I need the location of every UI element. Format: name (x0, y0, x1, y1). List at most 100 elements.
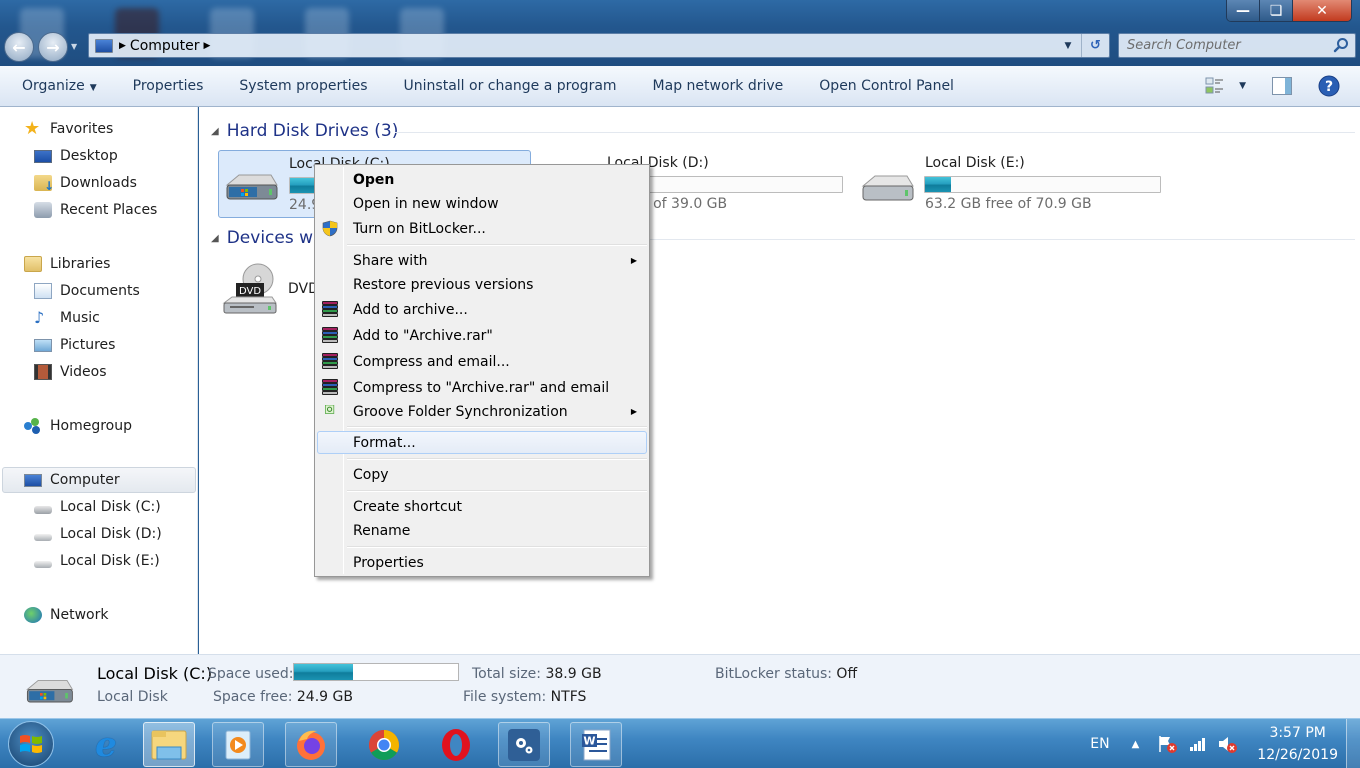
menu-item-create-shortcut[interactable]: Create shortcut (317, 495, 647, 518)
sidebar-item-homegroup[interactable]: Homegroup (24, 415, 132, 437)
chevron-down-icon: ▼ (89, 83, 97, 93)
help-icon[interactable]: ? (1318, 75, 1340, 97)
view-controls: ▼ ? (1205, 66, 1360, 106)
breadcrumb-arrow-icon[interactable]: ▶ (204, 41, 211, 51)
taskbar: e W EN ▲ 3:57 PM 12/26/2019 (0, 718, 1360, 768)
menu-separator (347, 244, 647, 246)
sidebar-item-videos[interactable]: Videos (34, 361, 107, 383)
sidebar-item-local-disk-c[interactable]: Local Disk (C:) (34, 496, 161, 518)
music-icon: ♪ (34, 308, 45, 327)
system-properties-button[interactable]: System properties (221, 78, 385, 94)
bitlocker-field: BitLocker status: Off (715, 666, 857, 682)
menu-item-groove-folder-sync[interactable]: Groove Folder Synchronization ▶ (317, 400, 647, 423)
taskbar-media-player[interactable] (212, 722, 264, 767)
breadcrumb-arrow-icon[interactable]: ▶ (119, 41, 126, 51)
menu-item-properties[interactable]: Properties (317, 551, 647, 574)
sidebar-item-label: Music (60, 310, 100, 326)
file-system-value: NTFS (550, 689, 587, 705)
taskbar-settings-app[interactable] (498, 722, 550, 767)
sidebar-item-network[interactable]: Network (24, 604, 108, 626)
address-bar[interactable]: ▶ Computer ▶ ▼ ↺ (88, 33, 1110, 58)
menu-item-format[interactable]: Format... (317, 431, 647, 454)
recent-pages-dropdown[interactable]: ▼ (71, 42, 77, 51)
pictures-icon (34, 338, 52, 352)
preview-pane-icon[interactable] (1272, 77, 1292, 95)
documents-icon (34, 283, 52, 299)
language-indicator[interactable]: EN (1090, 736, 1109, 752)
sidebar-item-label: Local Disk (E:) (60, 553, 160, 569)
restore-button[interactable]: ❏ (1260, 0, 1293, 21)
space-free-value: 24.9 GB (296, 689, 353, 705)
address-dropdown-icon[interactable]: ▼ (1061, 34, 1075, 57)
forward-button[interactable]: → (38, 32, 68, 62)
uac-shield-icon (322, 220, 338, 237)
libraries-icon (24, 256, 42, 272)
winrar-icon (322, 327, 338, 344)
organize-label: Organize (22, 78, 85, 94)
sidebar-item-label: Videos (60, 364, 107, 380)
sidebar-item-documents[interactable]: Documents (34, 280, 140, 302)
drive-tile-e[interactable]: Local Disk (E:) 63.2 GB free of 70.9 GB (855, 150, 1175, 218)
menu-item-add-to-archive[interactable]: Add to archive... (317, 298, 647, 321)
context-menu: Open Open in new window Turn on BitLocke… (314, 164, 650, 577)
menu-item-label: Add to "Archive.rar" (353, 327, 493, 344)
menu-item-compress-to-rar-and-email[interactable]: Compress to "Archive.rar" and email (317, 376, 647, 399)
sidebar-item-desktop[interactable]: Desktop (34, 145, 118, 167)
open-control-panel-button[interactable]: Open Control Panel (801, 78, 972, 94)
taskbar-chrome[interactable] (358, 722, 410, 767)
videos-icon (34, 364, 52, 380)
search-box[interactable] (1118, 33, 1356, 58)
sidebar-item-label: Libraries (50, 256, 111, 272)
sidebar-item-pictures[interactable]: Pictures (34, 334, 115, 356)
menu-item-compress-and-email[interactable]: Compress and email... (317, 350, 647, 373)
properties-button[interactable]: Properties (115, 78, 222, 94)
refresh-button[interactable]: ↺ (1081, 34, 1109, 57)
show-hidden-icons-button[interactable]: ▲ (1132, 739, 1140, 750)
view-dropdown-icon[interactable]: ▼ (1239, 81, 1246, 91)
taskbar-internet-explorer[interactable]: e (80, 722, 132, 767)
taskbar-opera[interactable] (430, 722, 482, 767)
close-button[interactable]: ✕ (1293, 0, 1351, 21)
map-network-drive-button[interactable]: Map network drive (635, 78, 802, 94)
sidebar-item-computer[interactable]: Computer (2, 467, 196, 493)
taskbar-microsoft-word[interactable]: W (570, 722, 622, 767)
menu-item-copy[interactable]: Copy (317, 463, 647, 486)
menu-item-open[interactable]: Open (317, 168, 647, 191)
taskbar-firefox[interactable] (285, 722, 337, 767)
sidebar-item-recent-places[interactable]: Recent Places (34, 199, 157, 221)
menu-item-rename[interactable]: Rename (317, 519, 647, 542)
sidebar-item-libraries[interactable]: Libraries (24, 253, 110, 275)
collapse-triangle-icon[interactable]: ◢ (211, 233, 219, 244)
group-header-hard-disk-drives[interactable]: ◢ Hard Disk Drives (3) (211, 121, 398, 141)
menu-item-share-with[interactable]: Share with ▶ (317, 249, 647, 272)
menu-item-restore-previous-versions[interactable]: Restore previous versions (317, 273, 647, 296)
collapse-triangle-icon[interactable]: ◢ (211, 126, 219, 137)
group-header-devices[interactable]: ◢ Devices wit (211, 228, 324, 248)
change-view-icon[interactable] (1205, 77, 1227, 95)
menu-item-open-new-window[interactable]: Open in new window (317, 192, 647, 215)
action-center-flag-icon[interactable] (1157, 734, 1179, 754)
sidebar-item-music[interactable]: ♪ Music (34, 307, 100, 329)
minimize-button[interactable]: — (1227, 0, 1260, 21)
start-button[interactable] (8, 721, 54, 767)
network-signal-icon[interactable] (1189, 736, 1207, 752)
space-used-fill (294, 664, 354, 680)
menu-item-add-to-archive-rar[interactable]: Add to "Archive.rar" (317, 324, 647, 347)
show-desktop-button[interactable] (1346, 719, 1360, 768)
sidebar-item-local-disk-d[interactable]: Local Disk (D:) (34, 523, 162, 545)
search-icon[interactable] (1333, 37, 1349, 53)
menu-item-label: Open (353, 171, 395, 188)
back-button[interactable]: ← (4, 32, 34, 62)
firefox-icon (297, 730, 325, 760)
taskbar-windows-explorer[interactable] (143, 722, 195, 767)
search-input[interactable] (1127, 38, 1327, 53)
uninstall-program-button[interactable]: Uninstall or change a program (386, 78, 635, 94)
volume-muted-icon[interactable] (1217, 734, 1239, 754)
breadcrumb-computer[interactable]: Computer (130, 38, 200, 54)
sidebar-item-local-disk-e[interactable]: Local Disk (E:) (34, 550, 160, 572)
sidebar-item-favorites[interactable]: ★ Favorites (24, 118, 113, 140)
organize-button[interactable]: Organize ▼ (0, 78, 115, 94)
clock[interactable]: 3:57 PM 12/26/2019 (1257, 722, 1338, 766)
sidebar-item-downloads[interactable]: ↓ Downloads (34, 172, 137, 194)
menu-item-turn-on-bitlocker[interactable]: Turn on BitLocker... (317, 217, 647, 240)
